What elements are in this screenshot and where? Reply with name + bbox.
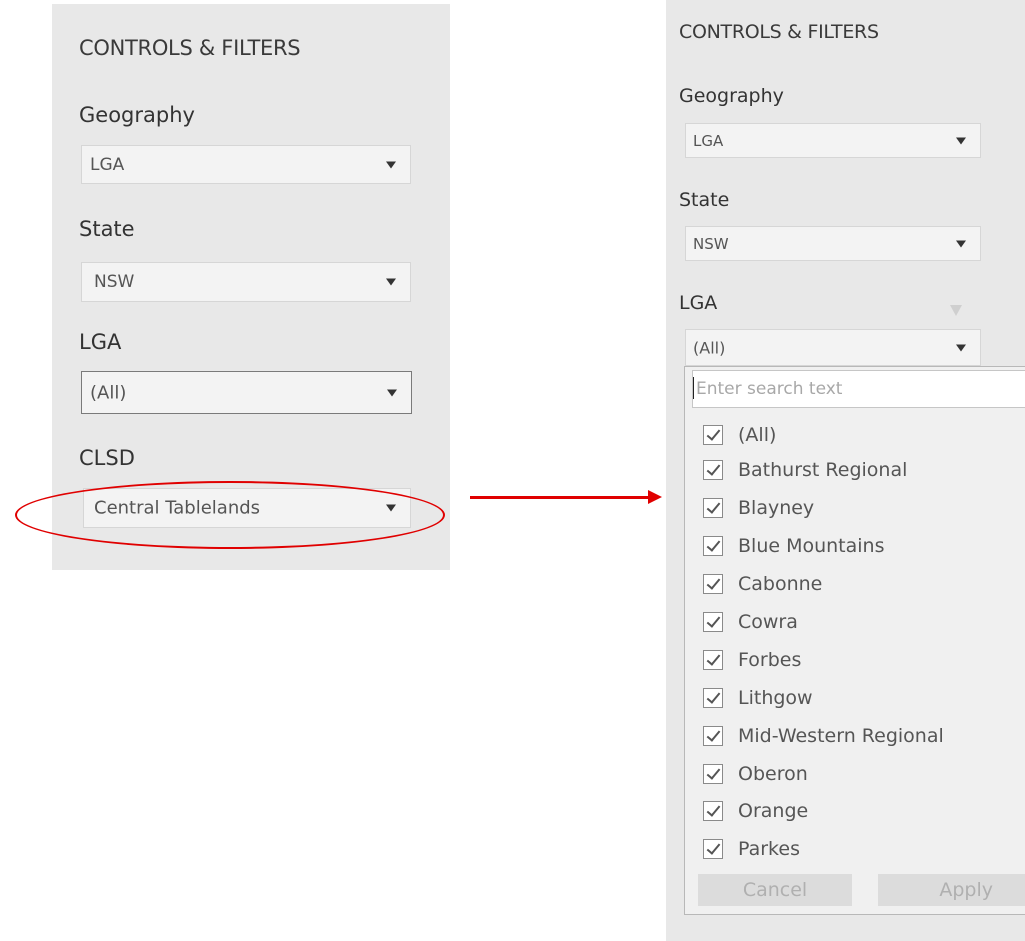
checkbox-checked-icon[interactable]	[703, 612, 723, 632]
checkbox-checked-icon[interactable]	[703, 839, 723, 859]
list-item-label: (All)	[738, 424, 777, 446]
search-input[interactable]	[692, 370, 1025, 408]
clsd-label: CLSD	[79, 446, 135, 470]
geography-select-value: LGA	[90, 154, 125, 175]
list-item[interactable]: Blue Mountains	[703, 531, 885, 561]
list-item-label: Cabonne	[738, 573, 823, 595]
geography-select[interactable]: LGA	[685, 123, 981, 158]
list-item-all[interactable]: (All)	[703, 420, 776, 450]
checkbox-checked-icon[interactable]	[703, 764, 723, 784]
list-item[interactable]: Parkes	[703, 834, 800, 864]
list-item-label: Cowra	[738, 611, 798, 633]
state-select[interactable]: NSW	[81, 262, 411, 302]
checkbox-checked-icon[interactable]	[703, 726, 723, 746]
list-item-label: Mid-Western Regional	[738, 725, 944, 747]
chevron-down-icon	[956, 137, 966, 144]
checkbox-checked-icon[interactable]	[703, 536, 723, 556]
state-select-value: NSW	[94, 272, 135, 292]
cancel-button[interactable]: Cancel	[698, 874, 852, 906]
checkbox-checked-icon[interactable]	[703, 650, 723, 670]
arrow-head-icon	[648, 490, 662, 504]
arrow-line	[470, 496, 650, 499]
state-label: State	[79, 217, 135, 241]
state-select[interactable]: NSW	[685, 226, 981, 261]
chevron-down-icon	[387, 389, 397, 396]
filter-icon[interactable]	[950, 305, 962, 316]
chevron-down-icon	[956, 344, 966, 351]
list-item[interactable]: Oberon	[703, 759, 808, 789]
state-label: State	[679, 189, 730, 211]
lga-select-value: (All)	[693, 338, 726, 357]
checkbox-checked-icon[interactable]	[703, 425, 723, 445]
lga-label: LGA	[679, 292, 718, 314]
list-item[interactable]: Bathurst Regional	[703, 455, 907, 485]
lga-dropdown-list: (All) Bathurst Regional Blayney Blue Mou…	[684, 366, 1025, 915]
state-select-value: NSW	[693, 234, 729, 253]
list-item-label: Oberon	[738, 763, 808, 785]
text-cursor	[693, 377, 694, 399]
list-item-label: Blue Mountains	[738, 535, 885, 557]
list-item-label: Orange	[738, 800, 809, 822]
chevron-down-icon	[386, 161, 396, 168]
list-item[interactable]: Orange	[703, 796, 808, 826]
chevron-down-icon	[956, 240, 966, 247]
list-item-label: Forbes	[738, 649, 802, 671]
highlight-ellipse	[15, 481, 445, 549]
checkbox-checked-icon[interactable]	[703, 460, 723, 480]
panel-title: CONTROLS & FILTERS	[79, 36, 301, 60]
list-item[interactable]: Mid-Western Regional	[703, 721, 944, 751]
checkbox-checked-icon[interactable]	[703, 574, 723, 594]
list-item[interactable]: Forbes	[703, 645, 801, 675]
lga-select[interactable]: (All)	[685, 329, 981, 366]
chevron-down-icon	[386, 278, 396, 286]
apply-button[interactable]: Apply	[878, 874, 1025, 906]
geography-select[interactable]: LGA	[81, 145, 411, 184]
list-item-label: Blayney	[738, 497, 815, 519]
panel-title: CONTROLS & FILTERS	[679, 21, 879, 43]
geography-label: Geography	[79, 103, 195, 127]
geography-label: Geography	[679, 85, 784, 107]
lga-select-value: (All)	[90, 382, 127, 403]
lga-label: LGA	[79, 330, 122, 354]
list-item[interactable]: Cabonne	[703, 569, 822, 599]
geography-select-value: LGA	[693, 131, 724, 150]
list-item-label: Bathurst Regional	[738, 459, 908, 481]
list-item[interactable]: Lithgow	[703, 683, 813, 713]
checkbox-checked-icon[interactable]	[703, 498, 723, 518]
lga-select[interactable]: (All)	[81, 371, 412, 414]
list-item-label: Lithgow	[738, 687, 813, 709]
list-item[interactable]: Cowra	[703, 607, 798, 637]
list-item[interactable]: Blayney	[703, 493, 814, 523]
checkbox-checked-icon[interactable]	[703, 688, 723, 708]
checkbox-checked-icon[interactable]	[703, 801, 723, 821]
list-item-label: Parkes	[738, 838, 800, 860]
